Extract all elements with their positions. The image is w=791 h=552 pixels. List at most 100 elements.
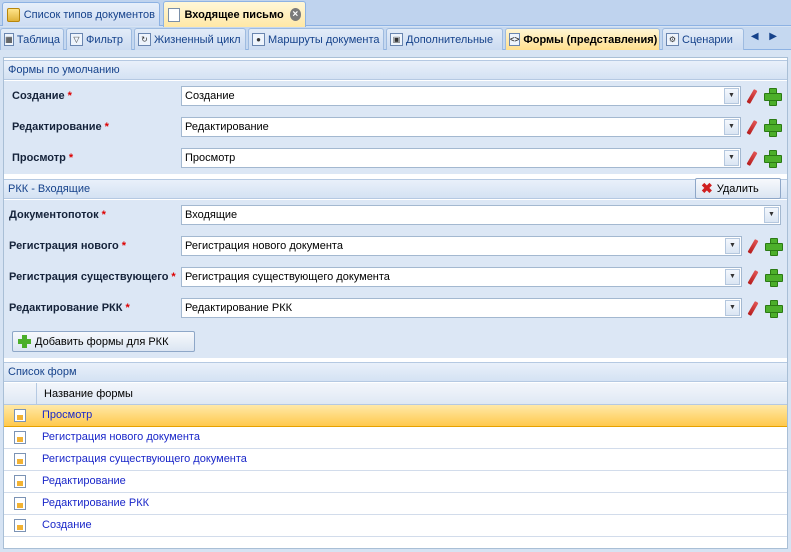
edit-button[interactable] [743, 87, 761, 105]
add-button[interactable] [763, 87, 782, 106]
table-row[interactable]: Регистрация нового документа [4, 427, 787, 449]
tab-label: Входящее письмо [184, 8, 284, 21]
form-icon [14, 431, 26, 444]
edit-form-combo[interactable]: Редактирование ▼ [181, 117, 741, 137]
table-row[interactable]: Просмотр [4, 405, 787, 427]
view-form-combo[interactable]: Просмотр ▼ [181, 148, 741, 168]
field-label: Регистрация существующего * [9, 271, 176, 283]
chevron-down-icon[interactable]: ▼ [725, 269, 740, 285]
form-row-register-new: Регистрация нового * Регистрация нового д… [4, 231, 787, 262]
extra-icon: ▣ [390, 33, 403, 46]
chevron-down-icon[interactable]: ▼ [724, 150, 739, 166]
create-form-combo[interactable]: Создание ▼ [181, 86, 741, 106]
tab-label: Фильтр [86, 33, 123, 46]
filter-icon: ▽ [70, 33, 83, 46]
form-row-view: Просмотр * Просмотр ▼ [4, 143, 787, 174]
table-row[interactable]: Создание [4, 515, 787, 537]
tab-lifecycle[interactable]: ↻ Жизненный цикл [134, 28, 246, 50]
chevron-down-icon[interactable]: ▼ [764, 207, 779, 223]
delete-x-icon: ✖ [701, 180, 713, 196]
form-icon [14, 475, 26, 488]
tab-scenarios[interactable]: ⚙ Сценарии [662, 28, 744, 50]
tab-label: Формы (представления) [523, 33, 658, 46]
add-button[interactable] [763, 118, 782, 137]
forms-list-header: Список форм [4, 362, 787, 382]
rkk-actions-row: Добавить формы для РКК [4, 324, 787, 358]
field-label: Редактирование * [12, 121, 109, 133]
grid-corner [4, 383, 37, 405]
form-name: Редактирование [42, 475, 126, 487]
tab-additional[interactable]: ▣ Дополнительные [386, 28, 503, 50]
tab-filter[interactable]: ▽ Фильтр [66, 28, 132, 50]
property-tab-strip: ▦ Таблица ▽ Фильтр ↻ Жизненный цикл ● Ма… [0, 27, 791, 50]
table-row[interactable]: Редактирование [4, 471, 787, 493]
form-name: Регистрация существующего документа [42, 453, 247, 465]
add-rkk-forms-button[interactable]: Добавить формы для РКК [12, 331, 195, 352]
edit-button[interactable] [743, 118, 761, 136]
tab-label: Сценарии [682, 33, 733, 46]
plus-icon [764, 150, 782, 168]
form-icon [14, 497, 26, 510]
docflow-combo[interactable]: Входящие ▼ [181, 205, 781, 225]
add-button[interactable] [764, 237, 783, 256]
table-row[interactable]: Редактирование РКК [4, 493, 787, 515]
add-button[interactable] [764, 299, 783, 318]
required-mark: * [121, 240, 127, 252]
tab-label: Список типов документов [23, 8, 155, 21]
tab-label: Маршруты документа [268, 33, 380, 46]
required-mark: * [101, 209, 106, 221]
add-button[interactable] [764, 268, 783, 287]
folder-icon [7, 7, 20, 22]
plus-icon [765, 300, 783, 318]
default-forms-header: Формы по умолчанию [4, 60, 787, 80]
form-name: Создание [42, 519, 92, 531]
tab-document-types-list[interactable]: Список типов документов [2, 2, 160, 26]
edit-button[interactable] [744, 268, 762, 286]
lifecycle-icon: ↻ [138, 33, 151, 46]
plus-icon [764, 119, 782, 137]
required-mark: * [104, 121, 109, 133]
delete-button[interactable]: ✖ Удалить [695, 178, 781, 199]
plus-icon [764, 88, 782, 106]
chevron-down-icon[interactable]: ▼ [725, 238, 740, 254]
field-label: Регистрация нового * [9, 240, 127, 252]
close-icon[interactable]: × [289, 8, 301, 21]
table-row[interactable]: Регистрация существующего документа [4, 449, 787, 471]
add-button[interactable] [763, 149, 782, 168]
grid-header: Название формы [4, 383, 787, 405]
scenarios-icon: ⚙ [666, 33, 679, 46]
tab-incoming-letter[interactable]: Входящее письмо × [163, 1, 306, 27]
edit-button[interactable] [743, 149, 761, 167]
edit-button[interactable] [744, 237, 762, 255]
tab-document-routes[interactable]: ● Маршруты документа [248, 28, 384, 50]
register-new-combo[interactable]: Регистрация нового документа ▼ [181, 236, 742, 256]
form-name: Просмотр [42, 409, 93, 421]
required-mark: * [68, 152, 74, 164]
pencil-icon [747, 269, 759, 285]
form-icon [14, 519, 26, 532]
tab-scroll-arrows-icon[interactable]: ◀ ▶ [751, 31, 781, 42]
required-mark: * [67, 90, 72, 102]
pencil-icon [746, 88, 758, 104]
chevron-down-icon[interactable]: ▼ [725, 300, 740, 316]
form-row-register-existing: Регистрация существующего * Регистрация с… [4, 262, 787, 293]
tab-label: Жизненный цикл [154, 33, 241, 46]
tab-label: Дополнительные [406, 33, 494, 46]
tab-table[interactable]: ▦ Таблица [0, 28, 64, 50]
chevron-down-icon[interactable]: ▼ [724, 119, 739, 135]
chevron-down-icon[interactable]: ▼ [724, 88, 739, 104]
plus-icon [765, 238, 783, 256]
forms-icon: <> [509, 33, 521, 46]
register-existing-combo[interactable]: Регистрация существующего документа ▼ [181, 267, 742, 287]
field-label: Создание * [12, 90, 72, 102]
pencil-icon [746, 119, 758, 135]
form-row-create: Создание * Создание ▼ [4, 81, 787, 112]
form-row-docflow: Документопоток * Входящие ▼ [4, 200, 787, 231]
tab-forms[interactable]: <> Формы (представления) [505, 28, 660, 50]
form-name: Регистрация нового документа [42, 431, 200, 443]
forms-panel: Формы по умолчанию Создание * Создание ▼ Р… [3, 57, 788, 549]
edit-rkk-combo[interactable]: Редактирование РКК ▼ [181, 298, 742, 318]
column-header-form-name[interactable]: Название формы [44, 388, 133, 400]
rkk-group-header: РКК - Входящие [4, 179, 787, 199]
edit-button[interactable] [744, 299, 762, 317]
